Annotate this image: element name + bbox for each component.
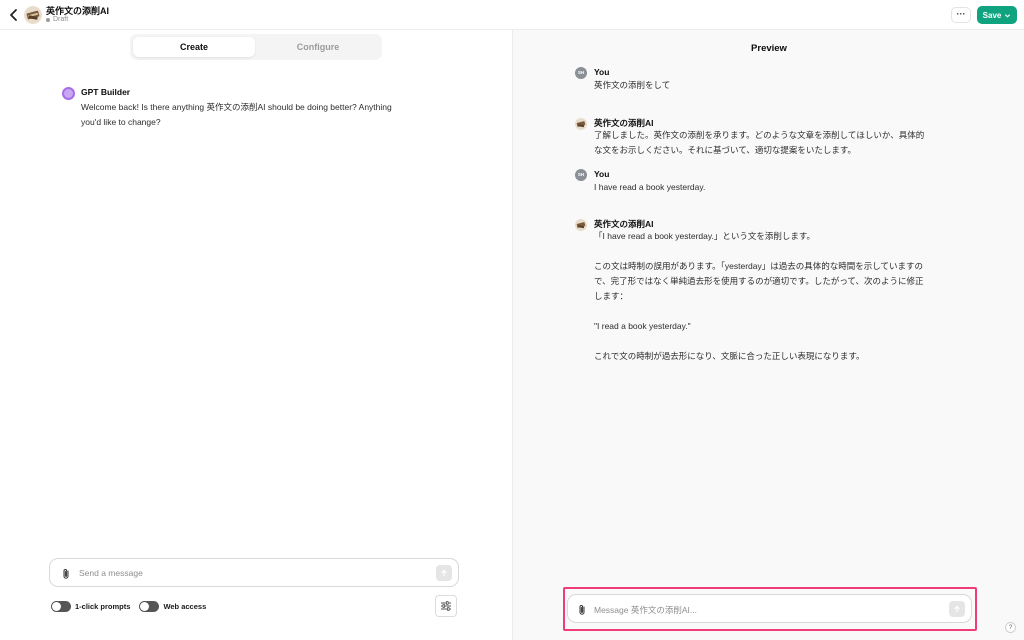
chat-message: 英作文の添削AI 「I have read a book yesterday.」… bbox=[575, 218, 935, 368]
sliders-icon bbox=[441, 601, 451, 611]
chevron-down-icon bbox=[1005, 13, 1011, 18]
builder-message-input[interactable]: Send a message bbox=[49, 558, 459, 587]
arrow-up-icon bbox=[954, 605, 960, 612]
status-dot-icon bbox=[46, 17, 50, 22]
gpt-builder-avatar bbox=[62, 87, 75, 100]
web-access-toggle[interactable] bbox=[139, 600, 160, 612]
gpt-avatar-icon bbox=[575, 218, 587, 231]
top-bar: 英作文の添削AI Draft ··· Save bbox=[0, 0, 1024, 30]
paperclip-icon[interactable] bbox=[61, 567, 71, 579]
sliders-settings-button[interactable] bbox=[435, 595, 457, 617]
save-label: Save bbox=[982, 10, 1002, 20]
user-avatar: SH bbox=[575, 67, 587, 79]
send-button[interactable] bbox=[949, 601, 965, 617]
message-author: You bbox=[594, 169, 610, 179]
builder-name: GPT Builder bbox=[81, 87, 131, 97]
message-text: 「I have read a book yesterday.」という文を添削しま… bbox=[594, 229, 929, 379]
message-paragraph: 「I have read a book yesterday.」という文を添削しま… bbox=[594, 231, 816, 241]
gpt-avatar-icon bbox=[575, 117, 587, 130]
message-paragraph: "I read a book yesterday." bbox=[594, 321, 691, 331]
preview-input-placeholder: Message 英作文の添削AI... bbox=[594, 605, 697, 615]
help-button[interactable]: ? bbox=[1005, 622, 1016, 633]
tab-create[interactable]: Create bbox=[133, 37, 255, 57]
preview-message-input[interactable]: Message 英作文の添削AI... bbox=[567, 594, 972, 623]
message-text: 英作文の添削をして bbox=[594, 80, 671, 90]
one-click-prompts-toggle[interactable] bbox=[51, 600, 71, 612]
draft-label: Draft bbox=[53, 16, 69, 23]
mode-tabs: Create Configure bbox=[130, 34, 382, 60]
draft-status: Draft bbox=[46, 16, 68, 23]
tab-configure[interactable]: Configure bbox=[257, 37, 379, 57]
arrow-up-icon bbox=[441, 569, 447, 576]
user-avatar: SH bbox=[575, 169, 587, 181]
send-button[interactable] bbox=[436, 565, 452, 581]
preview-title: Preview bbox=[751, 43, 787, 54]
chat-message: SH You 英作文の添削をして bbox=[575, 67, 935, 97]
gpt-logo-icon bbox=[24, 6, 42, 24]
builder-panel: Create Configure GPT Builder Welcome bac… bbox=[0, 30, 512, 640]
feature-toggles: 1-click prompts Web access bbox=[51, 600, 215, 612]
back-arrow-icon[interactable] bbox=[8, 8, 20, 22]
builder-message: Welcome back! Is there anything 英作文の添削AI… bbox=[81, 102, 392, 127]
save-button[interactable]: Save bbox=[977, 6, 1017, 24]
message-text: 了解しました。英作文の添削を承ります。どのような文章を添削してほしいか、具体的な… bbox=[594, 130, 925, 155]
one-click-prompts-label: 1-click prompts bbox=[75, 601, 131, 611]
message-paragraph: この文は時制の誤用があります。「yesterday」は過去の具体的な時間を示して… bbox=[594, 261, 924, 301]
web-access-label: Web access bbox=[163, 601, 207, 611]
chat-message: 英作文の添削AI 了解しました。英作文の添削を承ります。どのような文章を添削して… bbox=[575, 117, 935, 162]
chat-message: SH You I have read a book yesterday. bbox=[575, 169, 935, 199]
paperclip-icon[interactable] bbox=[577, 603, 587, 615]
more-options-button[interactable]: ··· bbox=[951, 7, 971, 23]
message-text: I have read a book yesterday. bbox=[594, 182, 706, 192]
preview-panel: Preview SH You 英作文の添削をして 英作文の添削AI 了解しました… bbox=[512, 30, 1024, 640]
builder-input-placeholder: Send a message bbox=[79, 568, 143, 578]
message-author: You bbox=[594, 67, 610, 77]
message-paragraph: これで文の時制が過去形になり、文脈に合った正しい表現になります。 bbox=[594, 351, 865, 361]
